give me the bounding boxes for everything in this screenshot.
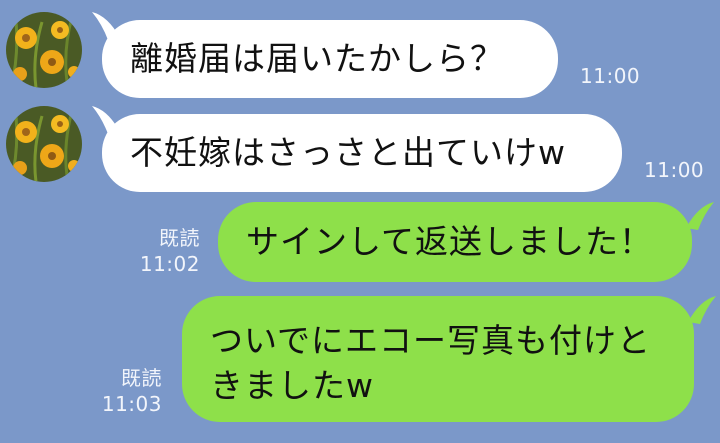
message-read-status: 既読 [121, 366, 162, 390]
bubble-tail [684, 294, 718, 328]
chat-area: 離婚届は届いたかしら？ 11:00 不妊嫁はさっさと出ていけw 11:00 既読… [0, 0, 720, 443]
message-text: 離婚届は届いたかしら？ [130, 39, 504, 78]
message-time: 11:03 [101, 392, 162, 416]
flower-photo-icon [6, 12, 82, 88]
flower-photo-icon [6, 106, 82, 182]
message-time: 11:00 [644, 158, 705, 182]
message-bubble[interactable]: サインして返送しました！ [218, 202, 692, 282]
avatar[interactable] [6, 106, 82, 182]
message-bubble[interactable]: 不妊嫁はさっさと出ていけw [102, 114, 622, 192]
message-text: 不妊嫁はさっさと出ていけw [130, 133, 566, 172]
avatar[interactable] [6, 12, 82, 88]
message-time: 11:00 [580, 64, 641, 88]
message-text-line: ついでにエコー写真も付けと [210, 321, 652, 360]
message-text: サインして返送しました！ [246, 222, 654, 261]
message-text-line: きましたw [210, 366, 374, 405]
message-bubble[interactable]: ついでにエコー写真も付けと きましたw [182, 296, 694, 422]
message-bubble[interactable]: 離婚届は届いたかしら？ [102, 20, 558, 98]
message-time: 11:02 [139, 252, 200, 276]
bubble-tail [682, 200, 716, 234]
message-read-status: 既読 [159, 226, 200, 250]
